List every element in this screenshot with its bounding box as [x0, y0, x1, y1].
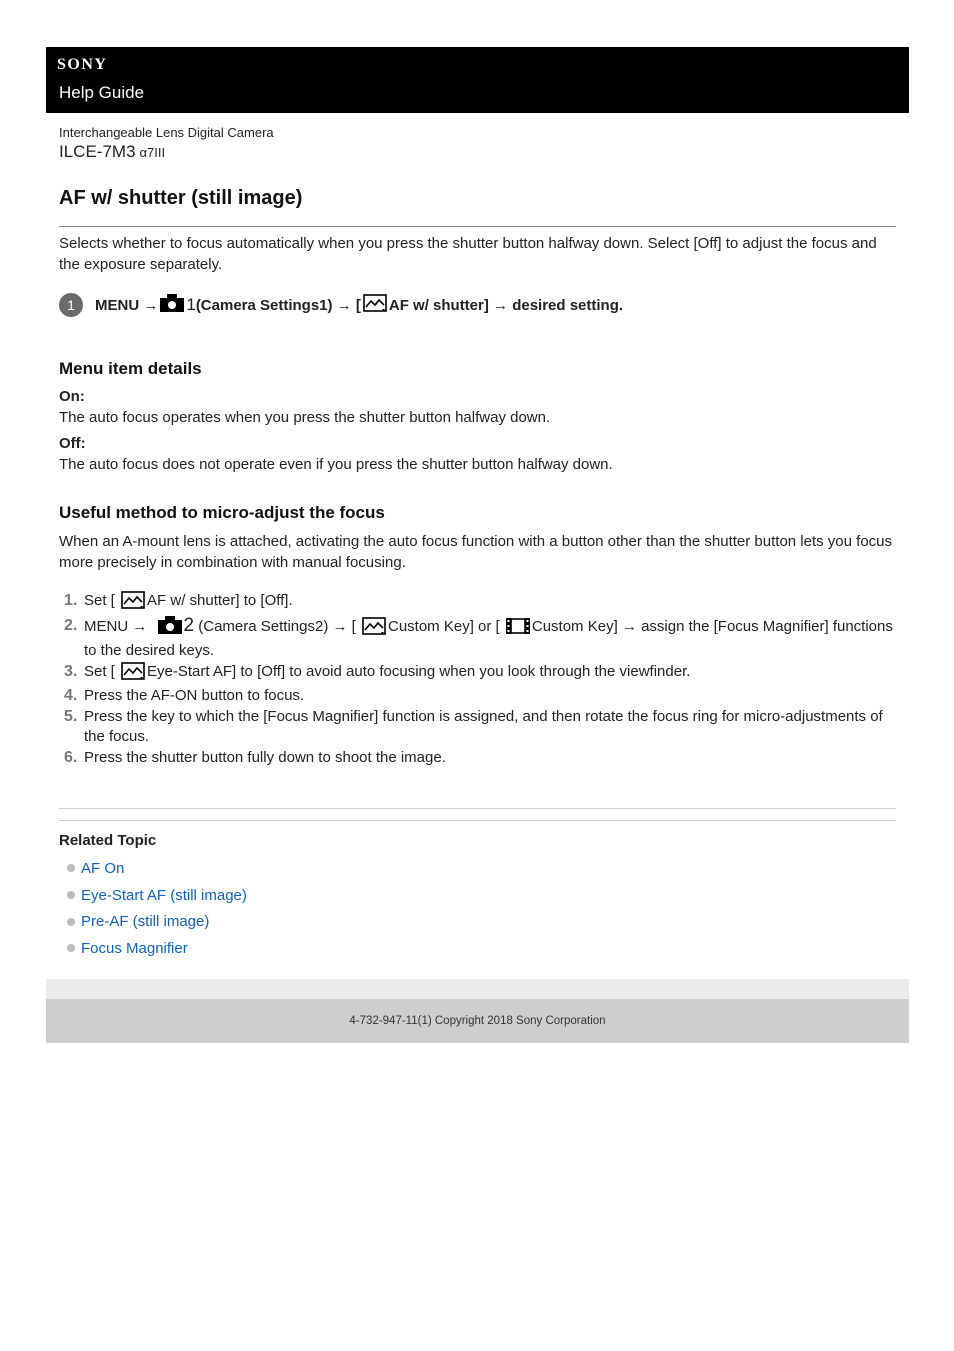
useful-heading: Useful method to micro-adjust the focus — [59, 503, 385, 522]
related-link-pre-af[interactable]: Pre-AF (still image) — [81, 913, 209, 930]
step-text-af-shutter: AF w/ shutter] → desired setting. — [388, 296, 624, 314]
still-image-af-icon — [121, 661, 145, 687]
term-on: On: — [59, 388, 85, 405]
related-topic-list: AF On Eye-Start AF (still image) Pre-AF … — [59, 855, 896, 962]
procedure-step: 1 MENU → 1 (Camera Settings1) → [ AF w/ … — [59, 293, 896, 317]
list-item: 6. Press the shutter button fully down t… — [59, 748, 896, 769]
step-number: 2. — [64, 616, 78, 634]
list-item: Pre-AF (still image) — [59, 908, 896, 935]
list-item: 5. Press the key to which the [Focus Mag… — [59, 707, 896, 748]
step-text: Press the AF-ON button to focus. — [84, 687, 305, 704]
footer: 4-732-947-11(1) Copyright 2018 Sony Corp… — [46, 998, 909, 1043]
step-number: 6. — [64, 748, 78, 766]
still-image-af-icon — [362, 616, 386, 642]
step-number: 3. — [64, 662, 78, 680]
bullet-icon — [67, 864, 75, 873]
copyright-text: 4-732-947-11(1) Copyright 2018 Sony Corp… — [349, 1014, 606, 1027]
camera-settings-icon — [160, 294, 185, 316]
list-item: 4. Press the AF-ON button to focus. — [59, 686, 896, 707]
menu-details-heading: Menu item details — [59, 359, 202, 378]
camera-settings-number: 2 — [183, 614, 195, 636]
step-text: (Camera Settings2) → [ — [198, 617, 356, 635]
divider — [59, 808, 896, 809]
related-topic-heading: Related Topic — [59, 832, 157, 849]
step-text-menu: MENU → — [95, 296, 159, 314]
help-guide-title[interactable]: Help Guide — [59, 83, 144, 103]
step-text: Custom Key] or [ — [388, 617, 500, 635]
bullet-icon — [67, 917, 75, 926]
product-category: Interchangeable Lens Digital Camera — [59, 125, 274, 140]
step-text-camera-settings: (Camera Settings1) → [ — [195, 296, 361, 314]
term-off: Off: — [59, 435, 86, 452]
related-link-eye-start-af[interactable]: Eye-Start AF (still image) — [81, 887, 247, 904]
list-item: Eye-Start AF (still image) — [59, 882, 896, 909]
list-item: 1. Set [ AF w/ shutter] to [Off]. — [59, 591, 896, 616]
step-text: AF w/ shutter] to [Off]. — [147, 592, 293, 609]
help-page: SONY Help Guide Interchangeable Lens Dig… — [46, 47, 909, 1043]
camera-settings-number: 1 — [186, 295, 196, 314]
header: SONY Help Guide — [46, 47, 909, 113]
list-item: AF On — [59, 855, 896, 882]
product-model: ILCE-7M3 α7III — [59, 142, 896, 162]
step-text: Eye-Start AF] to [Off] to avoid auto foc… — [147, 662, 691, 680]
desc-on: The auto focus operates when you press t… — [59, 409, 551, 426]
step-text: Press the key to which the [Focus Magnif… — [84, 707, 883, 746]
bullet-icon — [67, 891, 75, 900]
intro-text: Selects whether to focus automatically w… — [59, 235, 877, 273]
related-link-af-on[interactable]: AF On — [81, 860, 124, 877]
useful-paragraph: When an A-mount lens is attached, activa… — [59, 533, 893, 571]
page-title: AF w/ shutter (still image) — [59, 187, 896, 227]
step-number: 5. — [64, 707, 78, 725]
still-image-af-icon — [363, 294, 387, 316]
step-text: Press the shutter button fully down to s… — [84, 748, 446, 766]
step-number-badge: 1 — [59, 293, 83, 317]
desc-off: The auto focus does not operate even if … — [59, 456, 613, 473]
list-item: 2. MENU → 2 (Camera Settings2) → [ Custo… — [59, 614, 896, 662]
model-number: ILCE-7M3 — [59, 142, 136, 161]
step-text: Set [ — [84, 592, 115, 609]
list-item: Focus Magnifier — [59, 935, 896, 962]
divider — [59, 820, 896, 821]
movie-film-icon — [505, 617, 530, 642]
camera-settings-icon — [157, 615, 182, 641]
step-number: 1. — [64, 592, 78, 609]
sony-logo[interactable]: SONY — [57, 56, 107, 74]
step-text: MENU → — [84, 617, 148, 635]
list-item: 3. Set [ Eye-Start AF] to [Off] to avoid… — [59, 661, 896, 687]
model-alt: α7III — [139, 145, 166, 160]
related-link-focus-magnifier[interactable]: Focus Magnifier — [81, 940, 188, 957]
useful-steps-list: 1. Set [ AF w/ shutter] to [Off]. 2. MEN… — [59, 591, 896, 768]
still-image-af-icon — [121, 591, 145, 616]
step-number: 4. — [64, 687, 78, 704]
step-text: Set [ — [84, 662, 115, 680]
bullet-icon — [67, 944, 75, 953]
footer-top-band — [46, 978, 909, 999]
